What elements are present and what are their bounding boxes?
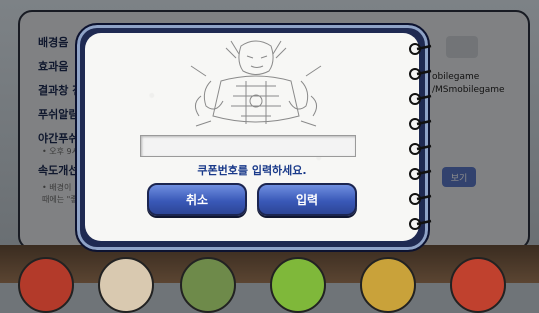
submit-button[interactable]: 입력: [257, 183, 357, 216]
social-link-2[interactable]: /MSmobilegame: [432, 85, 505, 95]
setting-night-push-note: • 오후 9시: [42, 147, 79, 156]
setting-push-label: 푸쉬알림: [38, 108, 79, 121]
coupon-dialog: 쿠폰번호를 입력하세요. 취소 입력: [75, 23, 432, 252]
coupon-hint: 쿠폰번호를 입력하세요.: [197, 164, 307, 177]
setting-speed-label: 속도개선: [38, 164, 79, 177]
view-button[interactable]: 보기: [442, 167, 476, 187]
setting-speed-note-1: • 배경이: [42, 183, 72, 192]
setting-sfx-label: 효과음: [38, 60, 69, 73]
character-avatar-1: [18, 257, 74, 313]
dialog-paper: 쿠폰번호를 입력하세요. 취소 입력: [85, 33, 419, 241]
setting-speed-note-2: 때에는 "좋: [42, 195, 78, 204]
settings-top-button[interactable]: [446, 36, 478, 58]
character-avatar-6: [450, 257, 506, 313]
spiral-ring-icon: [409, 43, 432, 230]
cancel-button[interactable]: 취소: [147, 183, 247, 216]
character-avatar-5: [360, 257, 416, 313]
setting-night-push-label: 야간푸쉬: [38, 132, 79, 145]
setting-bgm-label: 배경음: [38, 36, 69, 49]
coupon-input[interactable]: [140, 135, 356, 157]
character-avatar-2: [98, 257, 154, 313]
social-link-1[interactable]: obilegame: [432, 72, 479, 82]
character-avatar-4: [270, 257, 326, 313]
character-sketch-illustration: [190, 40, 322, 127]
character-avatar-3: [180, 257, 236, 313]
